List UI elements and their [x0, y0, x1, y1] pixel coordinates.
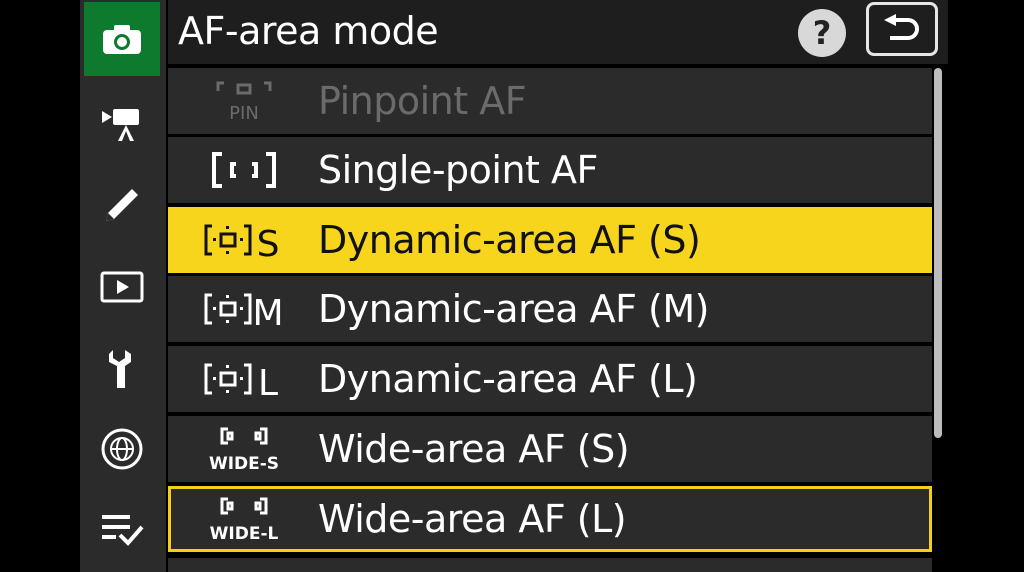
list-item-dynamic-area-af-s[interactable]: S Dynamic-area AF (S)	[168, 207, 932, 273]
dynamic-area-af-icon: M	[204, 293, 284, 333]
movie-camera-icon	[102, 109, 139, 141]
list-item-label: Pinpoint AF	[318, 79, 527, 123]
list-item-wide-area-af-s[interactable]: WIDE-S Wide-area AF (S)	[168, 416, 932, 482]
tab-network[interactable]	[84, 414, 160, 484]
wide-area-af-icon: WIDE-S	[209, 427, 279, 474]
tab-custom-settings[interactable]	[84, 170, 160, 240]
list-item-single-point-af[interactable]: Single-point AF	[168, 137, 932, 203]
page-title: AF-area mode	[178, 9, 439, 53]
pinpoint-af-icon-text: PIN	[229, 103, 259, 124]
af-area-mode-list: PIN Pinpoint AF Single-point AF S Dynami…	[168, 66, 934, 572]
menu-sidebar	[80, 0, 166, 572]
camera-menu-screen: AF-area mode ? PIN Pinpoint AF Single-po…	[0, 0, 1024, 572]
wide-area-size-text: WIDE-L	[210, 524, 279, 544]
list-item-label: Wide-area AF (L)	[318, 497, 627, 541]
list-item-pinpoint-af: PIN Pinpoint AF	[168, 68, 932, 134]
network-globe-icon	[101, 428, 143, 470]
list-item-label: Dynamic-area AF (M)	[318, 287, 709, 331]
help-button[interactable]: ?	[798, 9, 846, 57]
list-item-partial	[168, 558, 932, 572]
camera-icon	[103, 25, 141, 54]
my-menu-icon	[102, 515, 144, 546]
list-item-label: Wide-area AF (S)	[318, 427, 630, 471]
dynamic-area-size-text: L	[258, 363, 278, 403]
dynamic-area-af-icon: S	[204, 224, 280, 264]
playback-icon	[100, 271, 144, 303]
list-item-label: Single-point AF	[318, 148, 598, 192]
tab-my-menu[interactable]	[84, 494, 160, 564]
list-item-wide-area-af-l[interactable]: WIDE-L Wide-area AF (L)	[168, 486, 932, 552]
wide-area-size-text: WIDE-S	[209, 454, 279, 474]
dynamic-area-af-icon: L	[204, 363, 278, 403]
scroll-thumb[interactable]	[934, 68, 942, 438]
back-button[interactable]	[866, 2, 938, 56]
wide-area-af-icon: WIDE-L	[210, 497, 279, 544]
tab-movie-shooting[interactable]	[84, 88, 160, 158]
pinpoint-af-icon: PIN	[216, 81, 272, 124]
list-item-dynamic-area-af-m[interactable]: M Dynamic-area AF (M)	[168, 276, 932, 342]
list-item-label: Dynamic-area AF (S)	[318, 218, 701, 262]
single-point-af-icon	[212, 152, 276, 188]
tab-playback[interactable]	[84, 252, 160, 322]
pencil-icon	[106, 189, 138, 221]
dynamic-area-size-text: M	[252, 293, 283, 333]
wrench-icon	[109, 350, 131, 388]
menu-header: AF-area mode ?	[168, 0, 948, 64]
return-icon	[884, 14, 919, 40]
tab-photo-shooting[interactable]	[84, 2, 160, 76]
tab-setup[interactable]	[84, 334, 160, 404]
scrollbar[interactable]	[934, 66, 942, 572]
list-item-label: Dynamic-area AF (L)	[318, 357, 698, 401]
list-item-dynamic-area-af-l[interactable]: L Dynamic-area AF (L)	[168, 346, 932, 412]
dynamic-area-size-text: S	[257, 224, 280, 264]
